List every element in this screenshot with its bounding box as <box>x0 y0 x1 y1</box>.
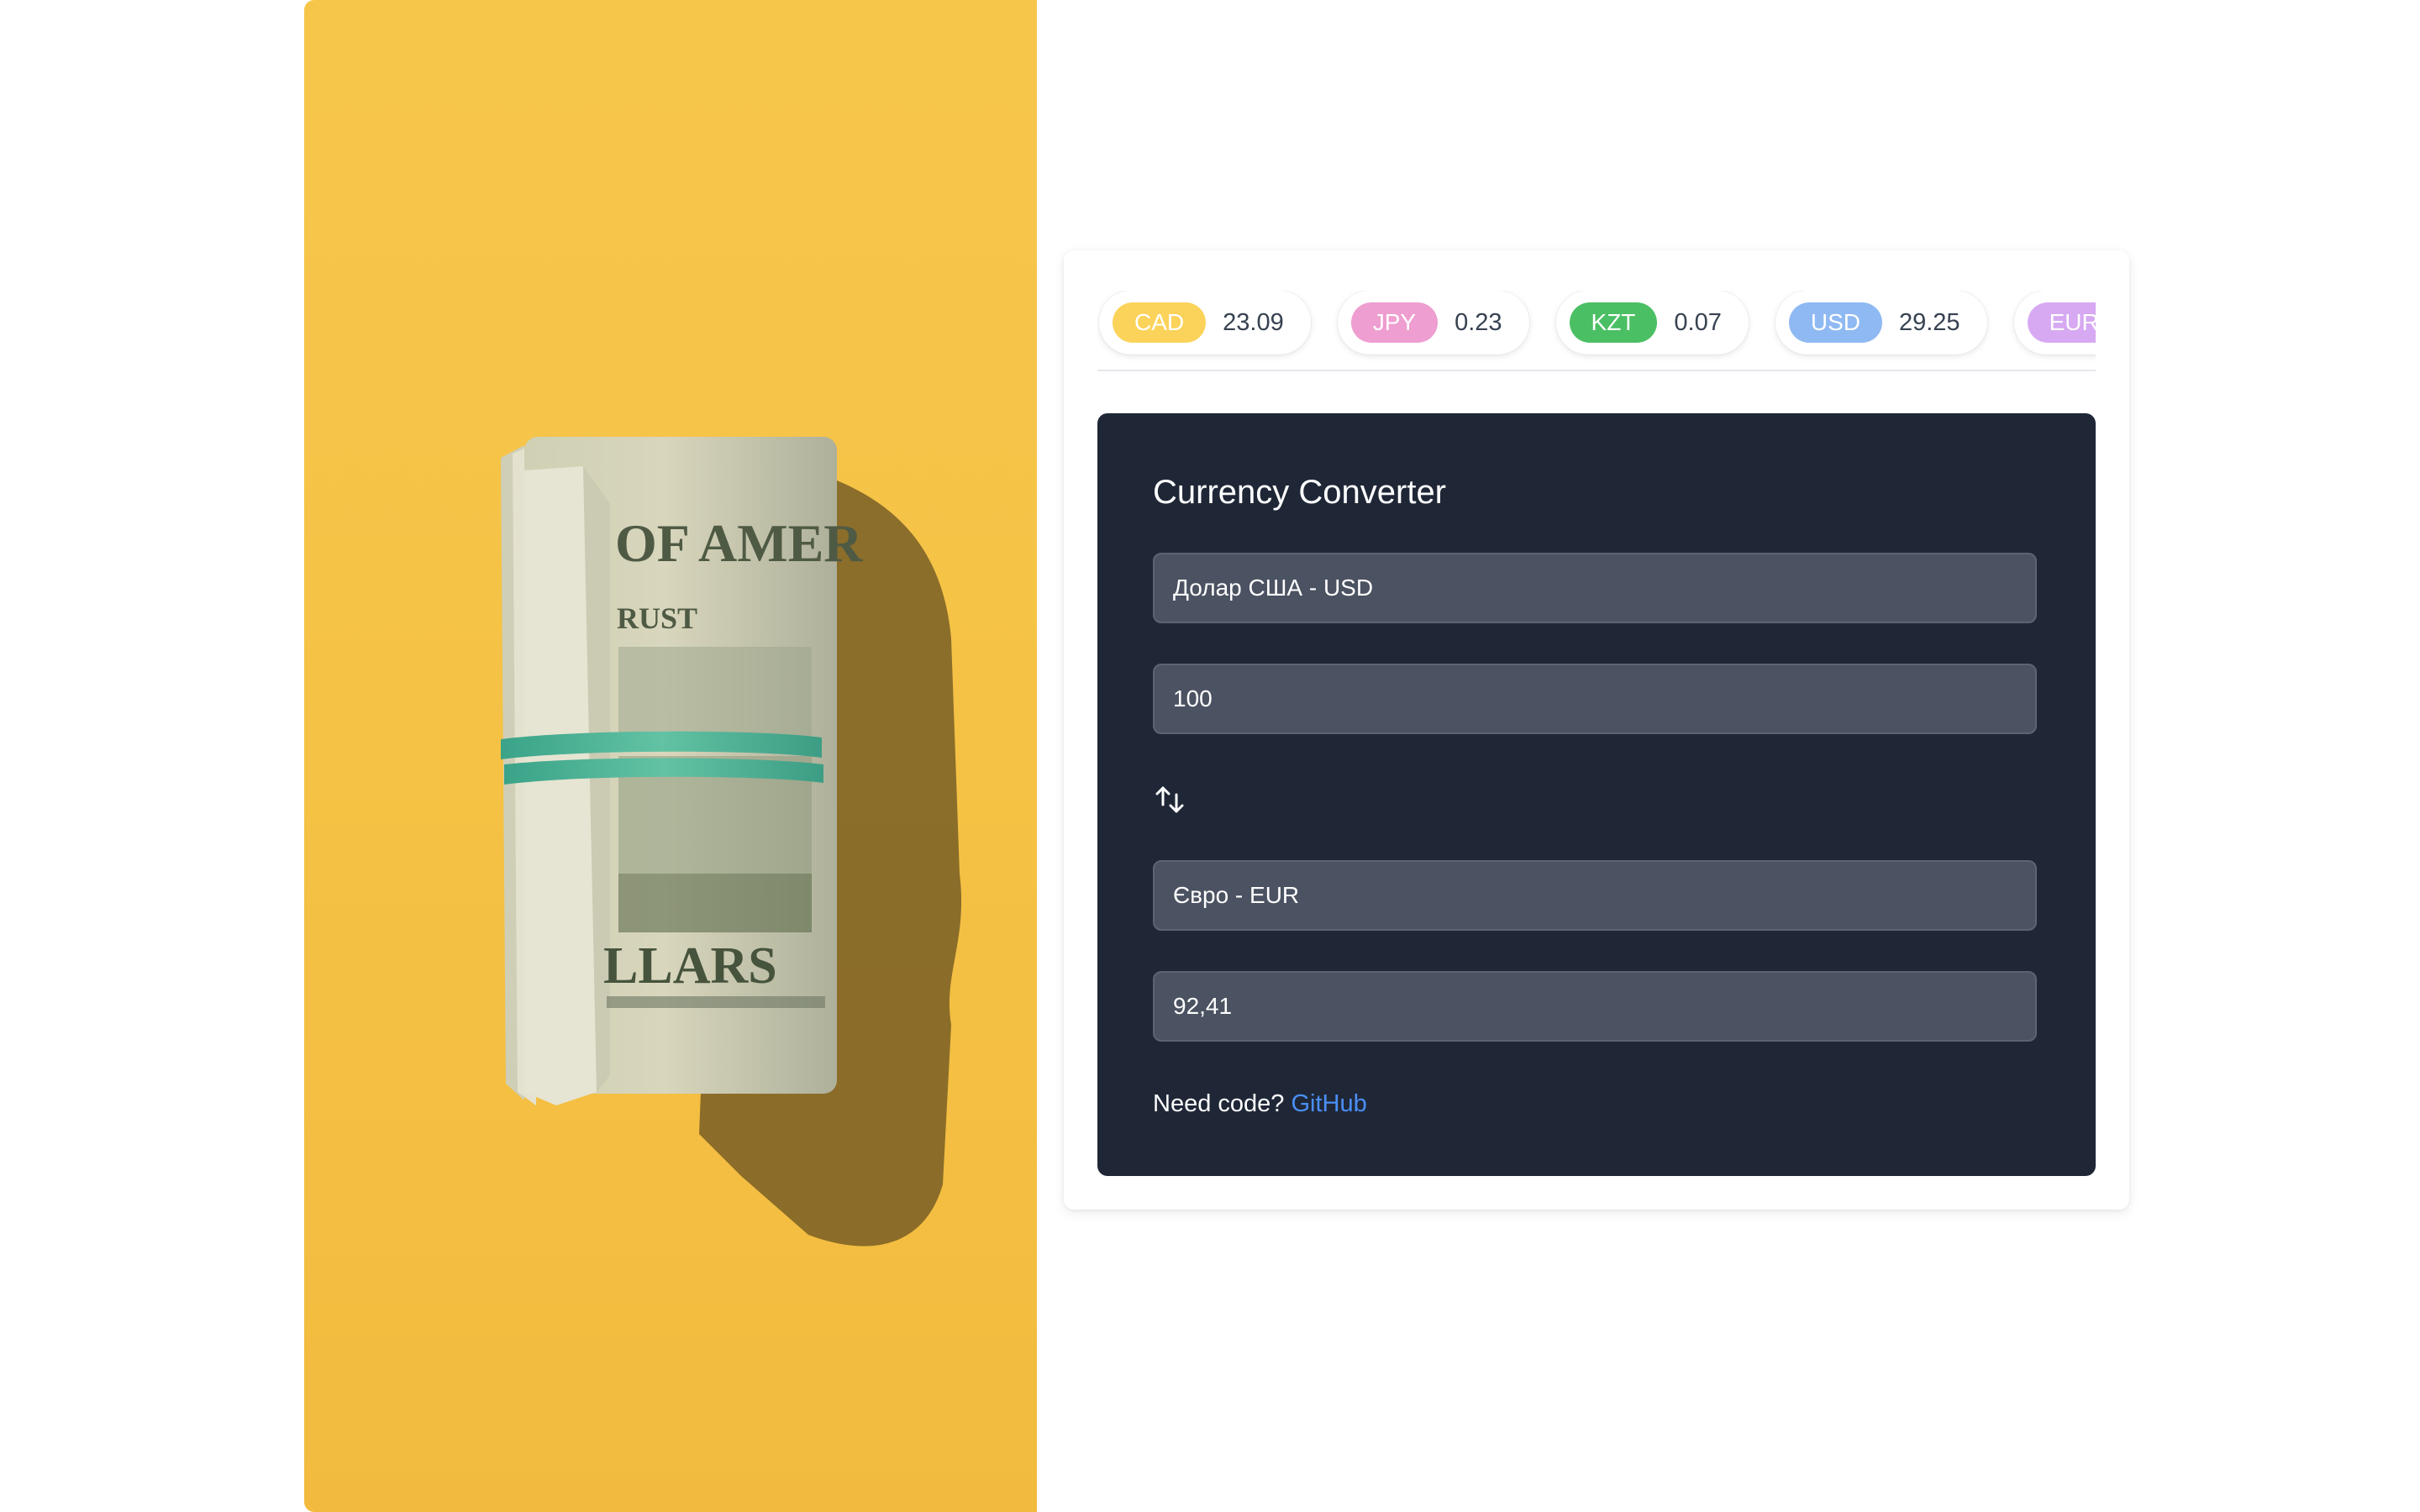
footer-note: Need code? GitHub <box>1153 1090 1367 1118</box>
page: OF AMER RUST LLARS CAD 23.09 JPY 0.23 KZT 0.0… <box>0 0 2420 1512</box>
github-link[interactable]: GitHub <box>1291 1090 1366 1117</box>
rate-pill-jpy: JPY 0.23 <box>1337 291 1529 354</box>
rate-currency-badge: JPY <box>1350 302 1439 343</box>
exchange-rates-strip[interactable]: CAD 23.09 JPY 0.23 KZT 0.07 USD 29.25 EUR <box>1097 291 2096 371</box>
rates-list: CAD 23.09 JPY 0.23 KZT 0.07 USD 29.25 EUR <box>1097 291 2096 354</box>
rates-divider <box>1097 370 2096 371</box>
rate-value: 0.07 <box>1674 308 1722 336</box>
svg-text:OF AMER: OF AMER <box>615 513 863 573</box>
rate-currency-badge: EUR <box>2027 302 2096 343</box>
converter-card: CAD 23.09 JPY 0.23 KZT 0.07 USD 29.25 EUR Curren… <box>1064 250 2129 1210</box>
to-currency-select[interactable] <box>1153 860 2037 931</box>
from-currency-select[interactable] <box>1153 553 2037 623</box>
svg-text:LLARS: LLARS <box>603 937 777 995</box>
hero-image: OF AMER RUST LLARS <box>304 0 1037 1512</box>
footer-text: Need code? <box>1153 1090 1292 1117</box>
rate-value: 23.09 <box>1223 308 1284 336</box>
money-roll-icon: OF AMER RUST LLARS <box>304 0 1037 1512</box>
to-amount-output[interactable] <box>1153 971 2037 1042</box>
svg-text:RUST: RUST <box>617 601 697 635</box>
rate-currency-badge: KZT <box>1569 302 1658 343</box>
swap-vertical-icon <box>1155 786 1184 813</box>
rate-pill-usd: USD 29.25 <box>1775 291 1987 354</box>
from-amount-input[interactable] <box>1153 664 2037 734</box>
rate-value: 0.23 <box>1455 308 1502 336</box>
rate-value: 29.25 <box>1898 308 1960 336</box>
rate-currency-badge: CAD <box>1113 302 1207 343</box>
swap-currencies-button[interactable] <box>1151 781 1188 818</box>
rate-pill-kzt: KZT 0.07 <box>1555 291 1749 354</box>
rate-currency-badge: USD <box>1788 302 1882 343</box>
converter-panel: Currency Converter Need code? GitHub <box>1097 413 2096 1176</box>
rate-pill-cad: CAD 23.09 <box>1099 291 1311 354</box>
rate-pill-eur: EUR <box>2013 291 2096 354</box>
converter-title: Currency Converter <box>1153 474 1447 511</box>
